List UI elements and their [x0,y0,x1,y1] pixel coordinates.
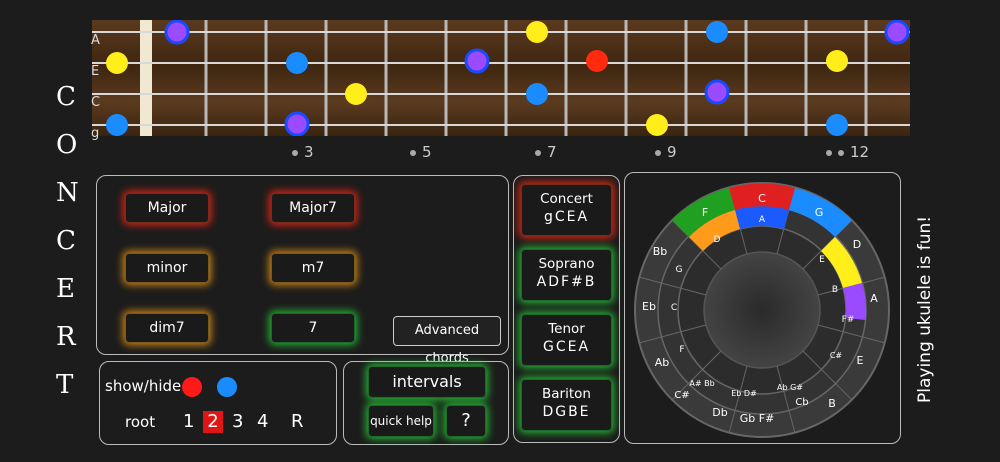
tuning-name: Soprano [538,256,595,272]
nut [140,20,152,136]
inlay-dot [838,149,844,156]
svg-text:Eb: Eb [642,300,656,313]
svg-text:C: C [671,303,677,313]
svg-text:F: F [679,345,684,355]
svg-text:Db: Db [712,406,727,419]
tuning-title-letter: R [56,322,76,352]
inlay-dot [826,149,832,156]
fret-marker-7: 7 [535,143,557,161]
tuning-title-letter: C [56,226,76,256]
tuning-notes: gCEA [543,209,590,225]
svg-text:A: A [759,215,766,225]
svg-text:D: D [714,235,721,245]
root-option-2-selected[interactable]: 2 [203,411,223,433]
inlay-dot [410,149,416,156]
tuning-bariton-button[interactable]: Bariton DGBE [521,379,612,431]
svg-text:B: B [832,285,838,295]
svg-text:B: B [828,397,836,410]
tuning-tenor-button[interactable]: Tenor GCEA [521,314,612,366]
fretboard-graphics [92,20,910,136]
svg-text:G: G [815,206,824,219]
tuning-title-letter: E [56,274,75,304]
string-label-e: E [91,64,100,79]
tuning-concert-button[interactable]: Concert gCEA [521,184,612,236]
circle-of-fifths[interactable]: C G F A D E B D A E B Cb Gb F# Db C# Ab … [624,172,900,444]
fretboard[interactable]: A E C g [91,20,910,141]
string-label-a: A [91,33,100,48]
circle-note-c: C [758,192,766,205]
svg-text:Cb: Cb [795,397,808,408]
svg-text:A: A [870,292,878,305]
tuning-title-letter: T [56,370,74,400]
m7-chord-button[interactable]: m7 [271,253,355,283]
svg-text:Gb F#: Gb F# [740,412,775,425]
dim7-chord-button[interactable]: dim7 [125,313,209,343]
intervals-button[interactable]: intervals [368,366,486,398]
showhide-label: show/hide [105,377,182,395]
svg-text:E: E [857,354,864,367]
svg-text:A# Bb: A# Bb [689,379,714,388]
tuning-title-letter: O [56,130,78,160]
seven-chord-button[interactable]: 7 [271,313,355,343]
root-option-1[interactable]: 1 [183,411,194,432]
tuning-title-letter: N [56,178,79,208]
tuning-soprano-button[interactable]: Soprano ADF#B [521,249,612,301]
svg-text:Eb D#: Eb D# [731,389,757,398]
major-chord-button[interactable]: Major [125,193,209,223]
help-question-button[interactable]: ? [446,405,486,437]
svg-text:E: E [819,255,825,265]
strings [92,31,910,126]
toggle-red-dot[interactable] [182,377,202,397]
svg-text:F#: F# [842,315,855,325]
tuning-name: Tenor [548,321,585,337]
fret-marker-3: 3 [292,143,314,161]
svg-text:Ab G#: Ab G# [777,383,803,392]
svg-text:Ab: Ab [655,356,670,369]
svg-text:C#: C# [674,390,689,401]
fret-marker-12: 12 [826,143,869,161]
advanced-chords-button[interactable]: Advanced chords [393,316,501,366]
fret-marker-9: 9 [655,143,677,161]
inlay-dot [535,149,541,156]
svg-text:Bb: Bb [653,245,668,258]
inlay-dot [655,149,661,156]
root-option-r[interactable]: R [291,411,304,432]
root-label: root [125,413,156,431]
root-option-4[interactable]: 4 [257,411,268,432]
tuning-notes: DGBE [542,404,591,420]
svg-text:F: F [702,206,708,219]
string-label-c: C [91,95,101,110]
tagline: Playing ukulele is fun! [915,215,935,403]
quick-help-button[interactable]: quick help [368,405,434,437]
tuning-name: Bariton [542,386,591,402]
minor-chord-button[interactable]: minor [125,253,209,283]
toggle-blue-dot[interactable] [217,377,237,397]
svg-text:C#: C# [830,351,843,360]
svg-text:D: D [853,238,861,251]
svg-text:G: G [676,265,683,275]
inlay-dot [292,149,298,156]
tuning-name: Concert [540,191,593,207]
root-option-3[interactable]: 3 [232,411,243,432]
tuning-notes: GCEA [542,339,591,355]
major7-chord-button[interactable]: Major7 [271,193,355,223]
string-label-g: g [91,126,100,141]
tuning-title-letter: C [56,82,76,112]
tuning-notes: ADF#B [536,274,597,290]
fret-marker-5: 5 [410,143,432,161]
